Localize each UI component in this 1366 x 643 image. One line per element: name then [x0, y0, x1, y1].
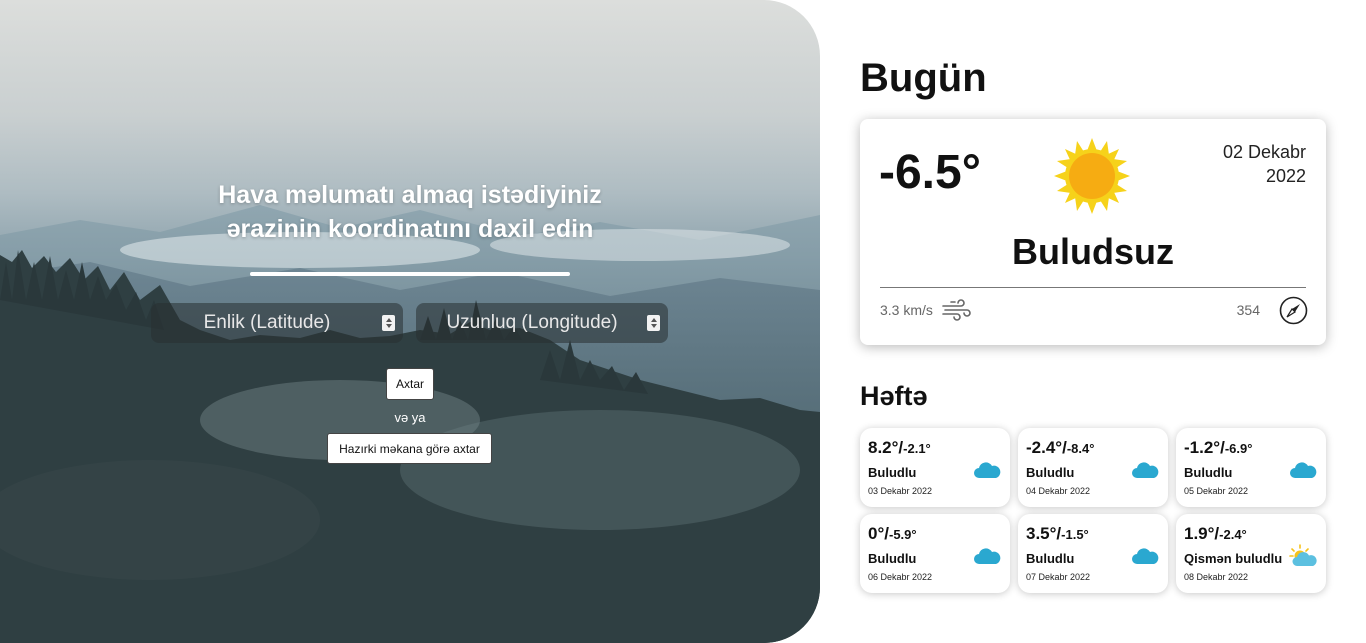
forecast-condition: Buludlu: [868, 551, 917, 566]
compass-icon: [1279, 296, 1308, 325]
forecast-day-card: 8.2°/-2.1° Buludlu 03 Dekabr 2022: [860, 428, 1010, 507]
search-title-line2: ərazinin koordinatını daxil edin: [226, 215, 594, 243]
forecast-date: 05 Dekabr 2022: [1184, 486, 1249, 496]
wind-speed: 3.3 km/s: [880, 302, 933, 318]
forecast-temps: -2.4°/-8.4°: [1026, 438, 1094, 458]
forecast-condition: Buludlu: [1184, 465, 1233, 480]
today-divider: [880, 287, 1306, 288]
forecast-high: -2.4°/: [1026, 438, 1067, 457]
forecast-low: -2.4°: [1219, 527, 1247, 542]
sun-icon: [1054, 138, 1130, 214]
forecast-high: 0°/: [868, 524, 889, 543]
longitude-input[interactable]: Uzunluq (Longitude): [416, 303, 668, 343]
forecast-temps: 0°/-5.9°: [868, 524, 917, 544]
search-title: Hava məlumatı almaq istədiyiniz ərazinin…: [150, 178, 670, 246]
latitude-input[interactable]: Enlik (Latitude): [151, 303, 403, 343]
forecast-temps: 1.9°/-2.4°: [1184, 524, 1247, 544]
search-button[interactable]: Axtar: [386, 368, 434, 400]
title-divider: [250, 272, 570, 276]
today-card: -6.5° 02 Dekabr 2022 Buludsuz 3.3 km/s 3…: [860, 119, 1326, 345]
forecast-high: -1.2°/: [1184, 438, 1225, 457]
forecast-condition: Qismən buludlu: [1184, 551, 1283, 566]
forest-background-image: [0, 205, 820, 643]
cloud-icon: [1290, 462, 1317, 478]
forecast-temps: 3.5°/-1.5°: [1026, 524, 1089, 544]
longitude-stepper[interactable]: [647, 315, 660, 331]
forecast-date: 08 Dekabr 2022: [1184, 572, 1249, 582]
forecast-low: -8.4°: [1066, 441, 1095, 456]
wind-direction: 354: [1236, 302, 1260, 318]
today-date: 02 Dekabr 2022: [1223, 140, 1306, 188]
forecast-condition: Buludlu: [1026, 551, 1075, 566]
forecast-low: -1.5°: [1061, 527, 1089, 542]
forecast-day-card: 0°/-5.9° Buludlu 06 Dekabr 2022: [860, 514, 1010, 593]
forecast-date: 07 Dekabr 2022: [1026, 572, 1091, 582]
cloud-icon: [974, 462, 1001, 478]
forecast-day-card: -2.4°/-8.4° Buludlu 04 Dekabr 2022: [1018, 428, 1168, 507]
cloud-icon: [974, 548, 1001, 564]
forecast-condition: Buludlu: [868, 465, 917, 480]
forecast-high: 3.5°/: [1026, 524, 1062, 543]
today-heading: Bugün: [860, 56, 987, 100]
search-title-line1: Hava məlumatı almaq istədiyiniz: [218, 181, 602, 209]
cloud-icon: [1132, 462, 1159, 478]
wind-icon: [942, 299, 971, 321]
latitude-stepper[interactable]: [382, 315, 395, 331]
today-condition: Buludsuz: [1012, 231, 1174, 272]
forecast-date: 03 Dekabr 2022: [868, 486, 933, 496]
forecast-high: 8.2°/: [868, 438, 904, 457]
or-separator: və ya: [394, 410, 426, 425]
forecast-temps: 8.2°/-2.1°: [868, 438, 931, 458]
partly-cloudy-icon: [1289, 544, 1317, 566]
current-location-button[interactable]: Hazırki məkana görə axtar: [327, 433, 492, 464]
forecast-condition: Buludlu: [1026, 465, 1075, 480]
forecast-day-card: -1.2°/-6.9° Buludlu 05 Dekabr 2022: [1176, 428, 1326, 507]
cloud-icon: [1132, 548, 1159, 564]
hero-panel: Hava məlumatı almaq istədiyiniz ərazinin…: [0, 0, 820, 643]
forecast-day-card: 1.9°/-2.4° Qismən buludlu 08 Dekabr 2022: [1176, 514, 1326, 593]
forecast-low: -5.9°: [888, 527, 917, 542]
forecast-low: -6.9°: [1224, 441, 1253, 456]
today-date-day: 02 Dekabr: [1222, 142, 1306, 162]
forecast-day-card: 3.5°/-1.5° Buludlu 07 Dekabr 2022: [1018, 514, 1168, 593]
forecast-temps: -1.2°/-6.9°: [1184, 438, 1252, 458]
forecast-date: 04 Dekabr 2022: [1026, 486, 1091, 496]
forecast-date: 06 Dekabr 2022: [868, 572, 933, 582]
forecast-low: -2.1°: [903, 441, 931, 456]
today-temperature: -6.5°: [879, 146, 981, 199]
latitude-placeholder: Enlik (Latitude): [203, 312, 331, 333]
week-heading: Həftə: [860, 381, 928, 411]
forecast-high: 1.9°/: [1184, 524, 1220, 543]
longitude-placeholder: Uzunluq (Longitude): [446, 312, 618, 333]
today-date-year: 2022: [1265, 166, 1306, 186]
